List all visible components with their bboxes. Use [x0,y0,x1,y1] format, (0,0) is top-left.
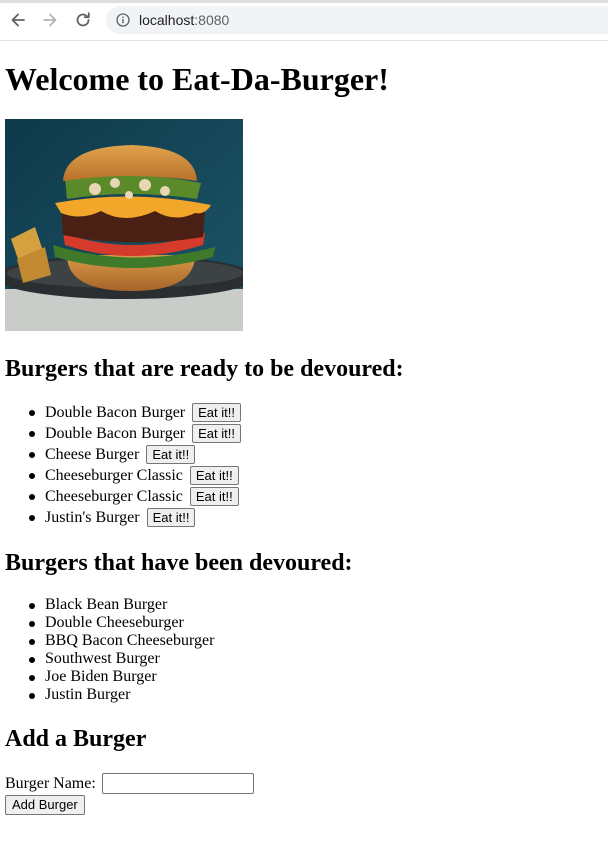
burger-name: Double Bacon Burger [45,404,186,421]
bullet [29,693,35,699]
list-item: BBQ Bacon Cheeseburger [5,632,214,650]
add-burger-button[interactable]: Add Burger [5,795,85,815]
address-bar[interactable]: localhost:8080 [106,6,608,34]
info-icon[interactable] [116,13,130,27]
list-item: Southwest Burger [5,650,214,668]
forward-arrow-icon[interactable] [40,10,60,30]
burger-name: Justin's Burger [45,509,140,526]
eat-it-button[interactable]: Eat it!! [146,508,196,527]
url-port: :8080 [194,12,230,28]
burger-name: Double Bacon Burger [45,425,186,442]
list-item: Double Bacon Burger Eat it!! [5,423,241,444]
ready-heading: Burgers that are ready to be devoured: [5,356,404,382]
burger-name: Southwest Burger [45,650,160,667]
ready-list: Double Bacon Burger Eat it!! Double Baco… [5,402,241,528]
bullet [29,452,35,458]
list-item: Black Bean Burger [5,596,214,614]
burger-image [5,119,243,331]
devoured-heading: Burgers that have been devoured: [5,550,353,576]
burger-name: Cheeseburger Classic [45,488,183,505]
bullet [29,675,35,681]
list-item: Double Bacon Burger Eat it!! [5,402,241,423]
toolbar-divider [0,0,608,3]
burger-name: Joe Biden Burger [45,668,157,685]
add-burger-heading: Add a Burger [5,726,147,752]
burger-name-label: Burger Name: [5,775,96,792]
bullet [29,639,35,645]
burger-name: BBQ Bacon Cheeseburger [45,632,215,649]
list-item: Justin's Burger Eat it!! [5,507,241,528]
browser-toolbar: localhost:8080 [0,0,608,41]
bullet [29,603,35,609]
burger-name-input[interactable] [101,773,254,794]
bullet [29,410,35,416]
eat-it-button[interactable]: Eat it!! [192,403,241,422]
bullet [29,657,35,663]
list-item: Double Cheeseburger [5,614,214,632]
reload-icon[interactable] [73,10,93,30]
list-item: Cheeseburger Classic Eat it!! [5,465,241,486]
list-item: Justin Burger [5,686,214,704]
url-host: localhost [139,12,195,28]
burger-name: Justin Burger [45,686,131,703]
eat-it-button[interactable]: Eat it!! [189,487,239,506]
devoured-list: Black Bean Burger Double Cheeseburger BB… [5,596,214,704]
back-arrow-icon[interactable] [8,10,28,30]
url-text[interactable]: localhost:8080 [139,11,229,29]
bullet [29,431,35,437]
burger-name: Black Bean Burger [45,596,168,613]
burger-name: Double Cheeseburger [45,614,184,631]
bullet [29,515,35,521]
page-title: Welcome to Eat-Da-Burger! [5,61,389,97]
eat-it-button[interactable]: Eat it!! [192,424,241,443]
bullet [29,473,35,479]
eat-it-button[interactable]: Eat it!! [146,445,196,464]
list-item: Joe Biden Burger [5,668,214,686]
burger-name: Cheese Burger [45,446,140,463]
burger-name: Cheeseburger Classic [45,467,183,484]
bullet [29,494,35,500]
eat-it-button[interactable]: Eat it!! [189,466,239,485]
add-burger-form: Burger Name: [5,773,254,794]
bullet [29,621,35,627]
list-item: Cheese Burger Eat it!! [5,444,241,465]
list-item: Cheeseburger Classic Eat it!! [5,486,241,507]
